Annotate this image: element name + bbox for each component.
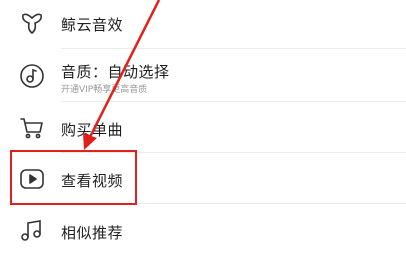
audio-quality-icon bbox=[18, 62, 46, 90]
menu-item-audio-quality[interactable]: 音质：自动选择 开通VIP畅享更高音质 bbox=[0, 49, 406, 101]
highlight-box bbox=[10, 150, 137, 205]
menu-item-label: 鲸云音效 bbox=[61, 16, 124, 34]
song-more-menu: 鲸云音效 音质：自动选择 开通VIP畅享更高音质 购买单曲 查看视频 相似推荐 bbox=[0, 0, 406, 253]
menu-item-label: 相似推荐 bbox=[61, 224, 124, 242]
menu-item-sublabel: 开通VIP畅享更高音质 bbox=[61, 85, 148, 95]
menu-item-whale-cloud-effect[interactable]: 鲸云音效 bbox=[0, 0, 406, 48]
music-note-icon bbox=[18, 217, 46, 245]
whale-cloud-icon bbox=[18, 9, 46, 37]
cart-icon bbox=[18, 114, 46, 142]
menu-item-label: 购买单曲 bbox=[61, 121, 124, 139]
menu-item-similar-recommend[interactable]: 相似推荐 bbox=[0, 204, 406, 253]
menu-item-label: 音质：自动选择 bbox=[61, 63, 170, 81]
menu-item-buy-single[interactable]: 购买单曲 bbox=[0, 102, 406, 152]
